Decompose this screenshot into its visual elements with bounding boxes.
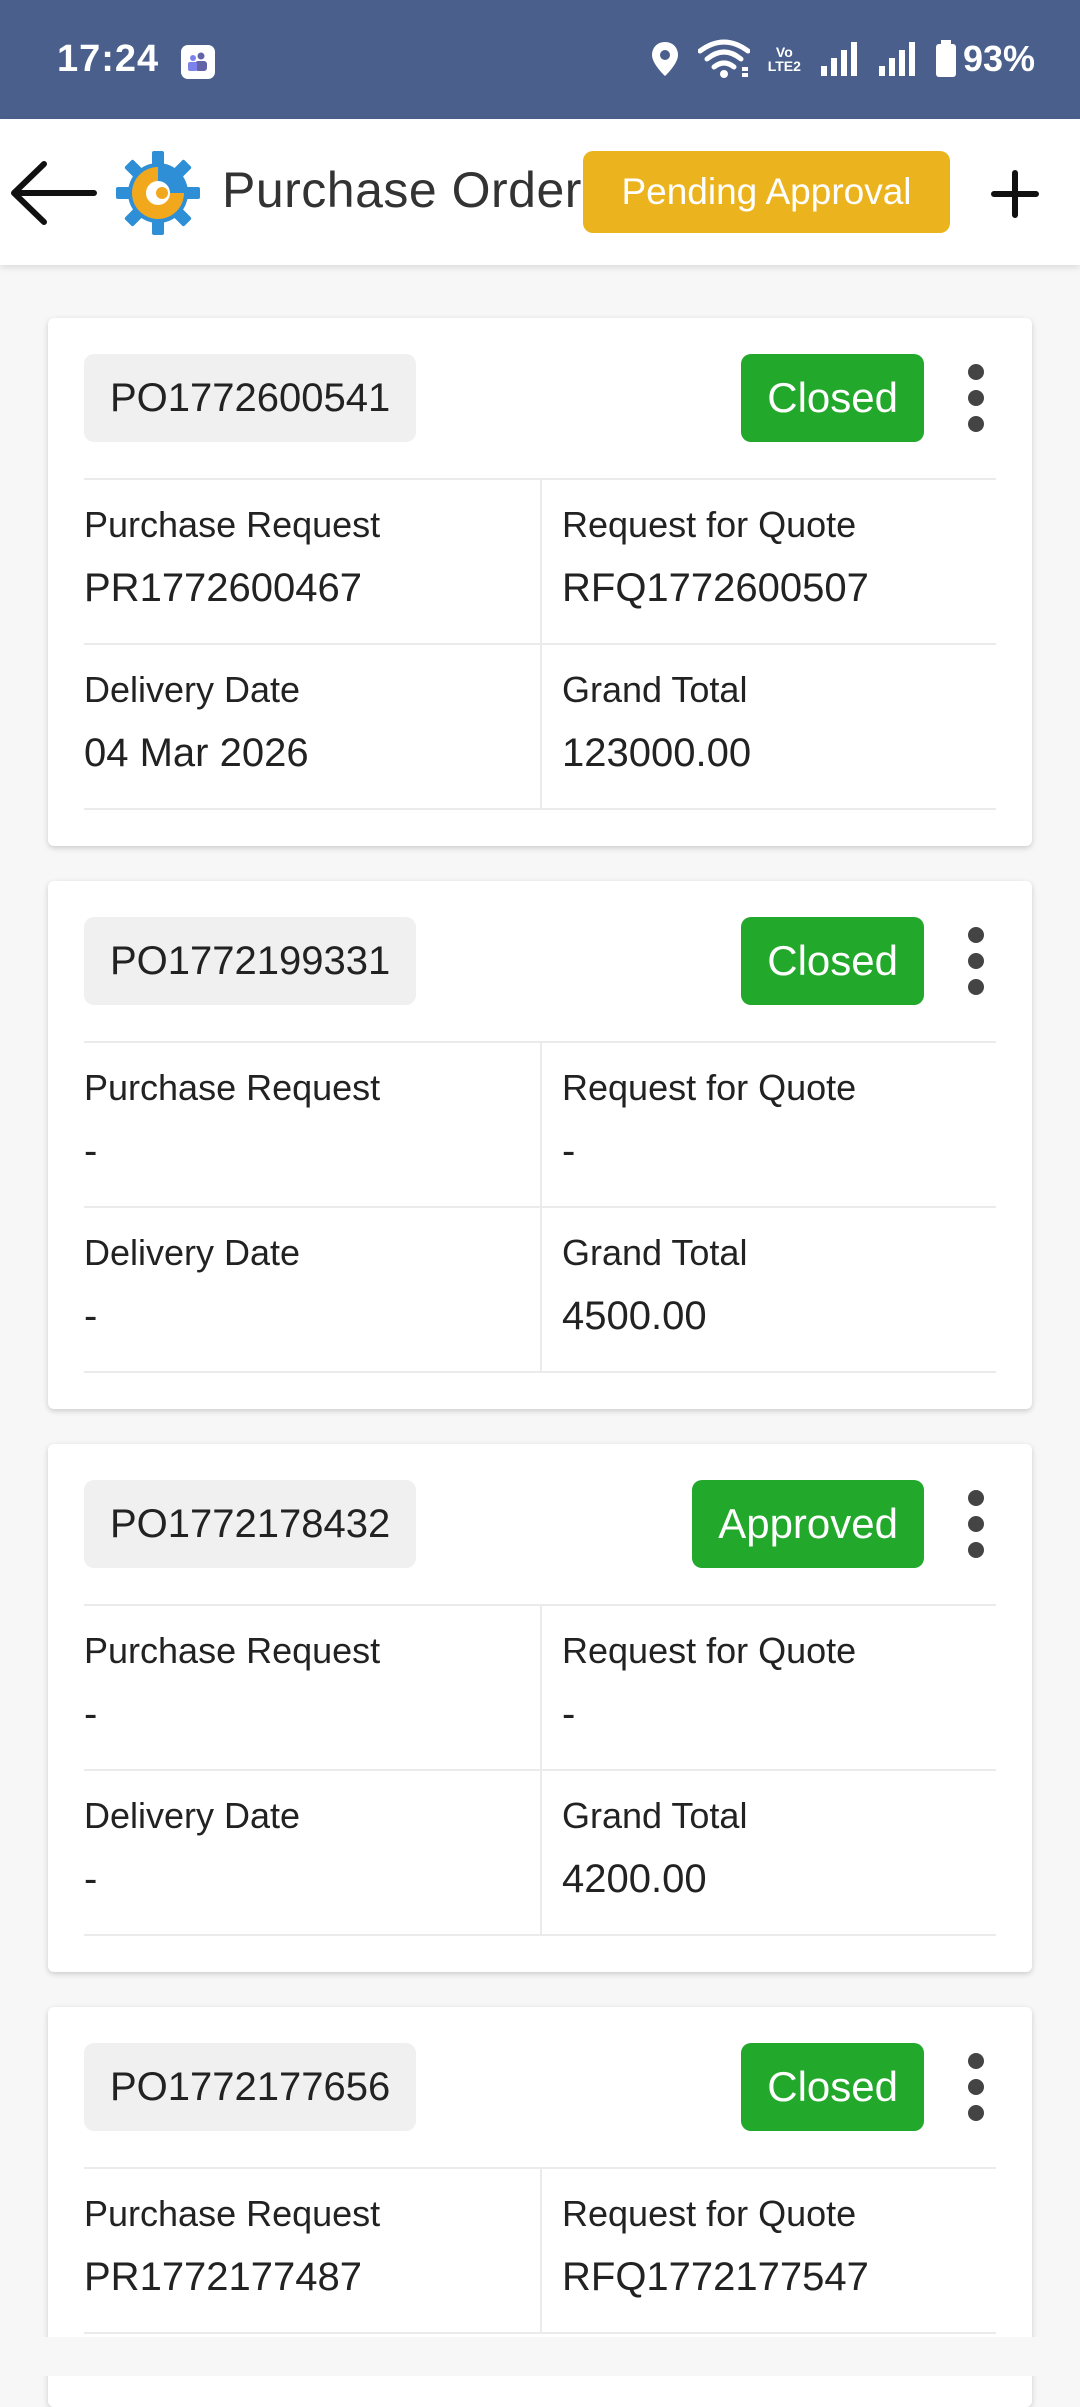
teams-notification-icon [181, 45, 215, 79]
status-bar: 17:24 Vo LTE2 93% [0, 0, 1080, 119]
signal-icon [878, 42, 915, 76]
volte-bottom-label: LTE2 [767, 58, 801, 74]
status-icons: Vo LTE2 93% [650, 36, 1035, 82]
purchase-request-label: Purchase Request [84, 2193, 381, 2234]
po-number: PO1772600541 [84, 354, 417, 442]
page-title: Purchase Orders [222, 162, 608, 218]
purchase-request-label: Purchase Request [84, 1067, 381, 1108]
delivery-date-value: 04 Mar 2026 [84, 731, 309, 775]
purchase-request-label: Purchase Request [84, 504, 381, 545]
rfq-label: Request for Quote [562, 1067, 857, 1108]
purchase-request-label: Purchase Request [84, 1630, 381, 1671]
delivery-date-value: - [84, 1294, 98, 1338]
delivery-date-label: Delivery Date [84, 1795, 301, 1836]
rfq-label: Request for Quote [562, 2193, 857, 2234]
status-badge: Closed [741, 2043, 924, 2131]
order-details: Purchase Request - Request for Quote - D… [84, 1604, 996, 1936]
rfq-value: RFQ1772177547 [562, 2255, 869, 2299]
rfq-value: - [562, 1692, 576, 1736]
app-logo [116, 151, 200, 235]
app-bar: Purchase Orders Pending Approval [0, 119, 1080, 265]
bottom-navigation-area [0, 2337, 1080, 2376]
wifi-icon [697, 39, 750, 78]
back-arrow-icon [11, 161, 97, 225]
purchase-request-value: - [84, 1129, 98, 1173]
po-number: PO1772177656 [84, 2043, 417, 2131]
po-number: PO1772199331 [84, 917, 417, 1005]
rfq-value: RFQ1772600507 [562, 566, 869, 610]
grand-total-label: Grand Total [562, 669, 748, 710]
grand-total-value: 4200.00 [562, 1857, 707, 1901]
volte-icon: Vo LTE2 [768, 45, 801, 73]
grand-total-label: Grand Total [562, 1795, 748, 1836]
signal-icon [820, 42, 857, 76]
back-button[interactable] [5, 153, 101, 233]
grand-total-value: 4500.00 [562, 1294, 707, 1338]
po-number: PO1772178432 [84, 1480, 417, 1568]
grand-total-value: 123000.00 [562, 731, 752, 775]
purchase-request-value: PR1772177487 [84, 2255, 363, 2299]
location-icon [651, 42, 678, 76]
plus-icon [991, 170, 1039, 218]
battery-percent: 93% [962, 38, 1035, 79]
purchase-request-value: - [84, 1692, 98, 1736]
add-button[interactable] [980, 159, 1050, 229]
more-options-icon[interactable] [956, 1484, 996, 1564]
delivery-date-label: Delivery Date [84, 669, 301, 710]
rfq-label: Request for Quote [562, 504, 857, 545]
purchase-request-value: PR1772600467 [84, 566, 363, 610]
grand-total-label: Grand Total [562, 1232, 748, 1273]
pending-approval-button[interactable]: Pending Approval [583, 151, 950, 233]
status-badge: Approved [692, 1480, 924, 1568]
more-options-icon[interactable] [956, 921, 996, 1001]
order-details: Purchase Request PR1772600467 Request fo… [84, 478, 996, 810]
status-time: 17:24 [57, 38, 160, 80]
more-options-icon[interactable] [956, 2047, 996, 2127]
more-options-icon[interactable] [956, 358, 996, 438]
delivery-date-label: Delivery Date [84, 1232, 301, 1273]
status-badge: Closed [741, 917, 924, 1005]
delivery-date-value: - [84, 1857, 98, 1901]
volte-top-label: Vo [775, 44, 793, 60]
battery-icon [935, 40, 956, 77]
order-details: Purchase Request - Request for Quote - D… [84, 1041, 996, 1373]
rfq-label: Request for Quote [562, 1630, 857, 1671]
status-badge: Closed [741, 354, 924, 442]
purchase-order-card[interactable]: PO1772600541 Closed Purchase Request PR1… [48, 318, 1032, 846]
purchase-order-card[interactable]: PO1772199331 Closed Purchase Request - R… [48, 881, 1032, 1409]
rfq-value: - [562, 1129, 576, 1173]
order-details: Purchase Request PR1772177487 Request fo… [84, 2167, 996, 2334]
purchase-order-card[interactable]: PO1772178432 Approved Purchase Request -… [48, 1444, 1032, 1972]
